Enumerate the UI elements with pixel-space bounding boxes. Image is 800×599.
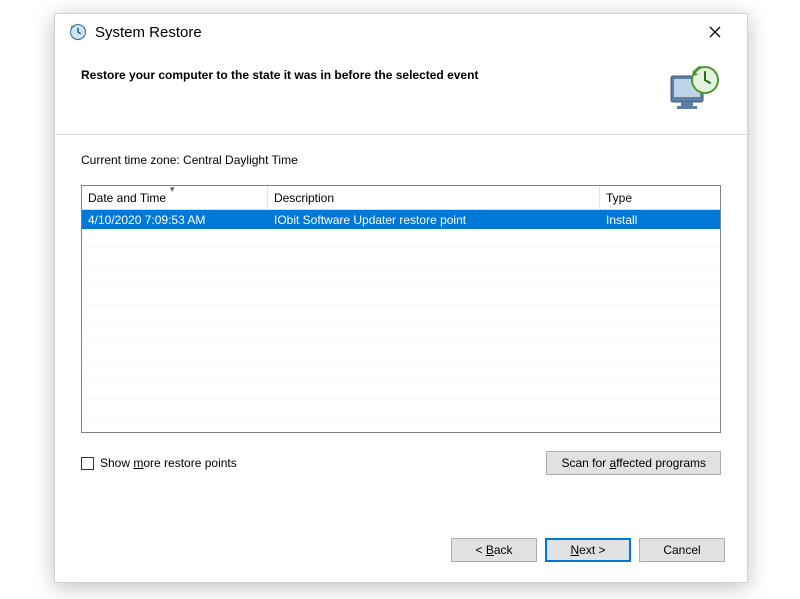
column-header-type[interactable]: Type xyxy=(600,186,720,209)
restore-point-row[interactable]: 4/10/2020 7:09:53 AM IObit Software Upda… xyxy=(82,210,720,229)
options-row: Show more restore points Scan for affect… xyxy=(81,451,721,475)
header-instruction: Restore your computer to the state it wa… xyxy=(81,62,649,82)
restore-points-list[interactable]: Date and Time ▾ Description Type 4/10/20… xyxy=(81,185,721,433)
titlebar: System Restore xyxy=(55,14,747,50)
column-header-description[interactable]: Description xyxy=(268,186,600,209)
next-button[interactable]: Next > xyxy=(545,538,631,562)
grid-body: 4/10/2020 7:09:53 AM IObit Software Upda… xyxy=(82,210,720,432)
sort-descending-icon: ▾ xyxy=(170,185,175,195)
cell-type: Install xyxy=(600,211,720,229)
close-button[interactable] xyxy=(695,16,735,48)
cell-description: IObit Software Updater restore point xyxy=(268,211,600,229)
column-header-datetime-label: Date and Time xyxy=(88,191,166,205)
column-header-datetime[interactable]: Date and Time ▾ xyxy=(82,186,268,209)
cell-datetime: 4/10/2020 7:09:53 AM xyxy=(82,211,268,229)
back-button[interactable]: < Back xyxy=(451,538,537,562)
content-area: Current time zone: Central Daylight Time… xyxy=(55,135,747,524)
show-more-checkbox[interactable] xyxy=(81,457,94,470)
timezone-label: Current time zone: Central Daylight Time xyxy=(81,153,721,167)
system-restore-icon xyxy=(69,23,87,41)
window-title: System Restore xyxy=(95,24,695,41)
show-more-label[interactable]: Show more restore points xyxy=(100,456,237,470)
system-restore-dialog: System Restore Restore your computer to … xyxy=(54,13,748,583)
wizard-button-bar: < Back Next > Cancel xyxy=(55,524,747,582)
header-section: Restore your computer to the state it wa… xyxy=(55,50,747,135)
scan-affected-programs-button[interactable]: Scan for affected programs xyxy=(546,451,721,475)
grid-header: Date and Time ▾ Description Type xyxy=(82,186,720,210)
restore-graphic-icon xyxy=(665,62,721,118)
cancel-button[interactable]: Cancel xyxy=(639,538,725,562)
